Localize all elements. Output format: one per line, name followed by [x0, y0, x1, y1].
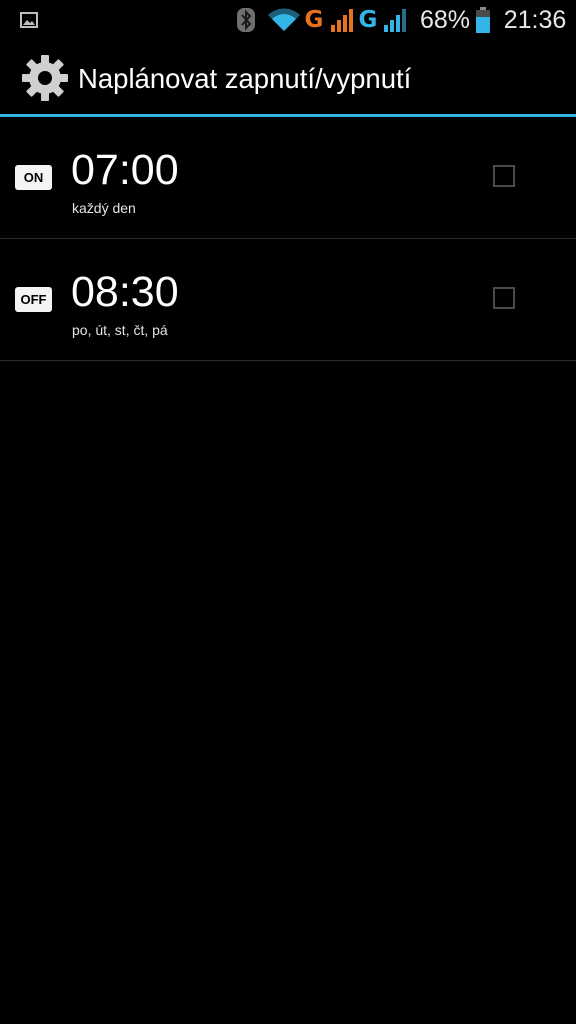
signal-icon	[382, 0, 410, 40]
clock-time: 21:36	[503, 6, 567, 34]
page-title: Naplánovat zapnutí/vypnutí	[78, 63, 412, 94]
schedule-time: 08:30	[71, 268, 179, 316]
action-bar: Naplánovat zapnutí/vypnutí	[0, 40, 576, 114]
schedule-time: 07:00	[71, 146, 179, 194]
battery-icon	[474, 0, 492, 40]
schedule-repeat-days: po, út, st, čt, pá	[72, 322, 168, 338]
network-type-label: G	[304, 7, 324, 33]
status-bar: G G 68% 21:36	[0, 0, 576, 40]
battery-percent: 68%	[419, 6, 471, 34]
schedule-item-off[interactable]: OFF 08:30 po, út, st, čt, pá	[0, 239, 576, 361]
schedule-repeat-days: každý den	[72, 200, 136, 216]
power-off-badge: OFF	[15, 287, 52, 312]
enable-checkbox[interactable]	[493, 287, 515, 309]
network-type-label: G	[358, 7, 378, 33]
power-on-badge: ON	[15, 165, 52, 190]
schedule-item-on[interactable]: ON 07:00 každý den	[0, 117, 576, 239]
gallery-icon	[18, 0, 40, 40]
gear-icon[interactable]	[20, 53, 70, 103]
wifi-icon	[266, 0, 302, 40]
schedule-list: ON 07:00 každý den OFF 08:30 po, út, st,…	[0, 117, 576, 361]
signal-icon	[330, 0, 356, 40]
enable-checkbox[interactable]	[493, 165, 515, 187]
bluetooth-icon	[236, 0, 256, 40]
